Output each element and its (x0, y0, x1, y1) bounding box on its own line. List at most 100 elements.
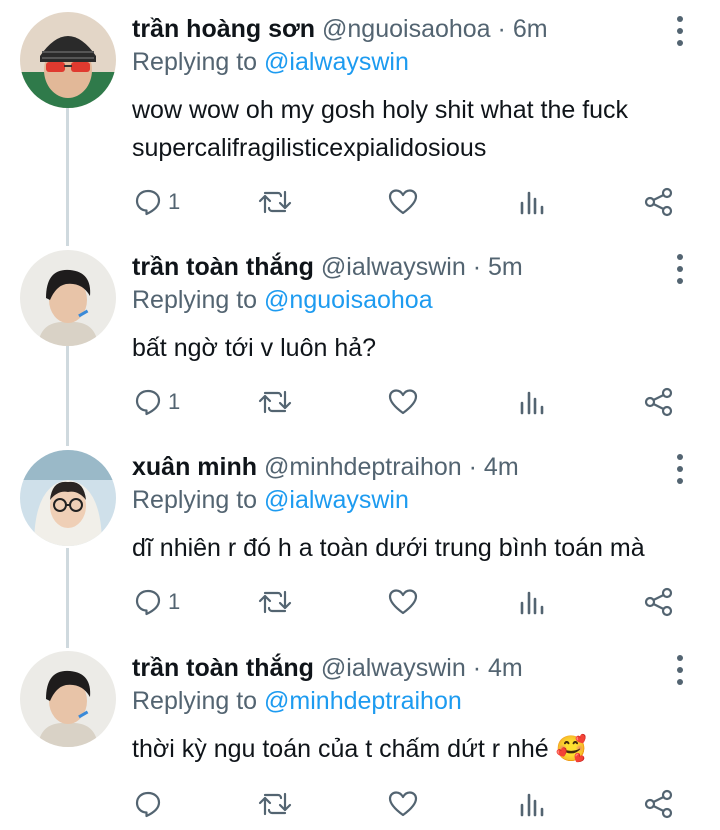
display-name[interactable]: xuân minh (132, 453, 257, 481)
mention-link[interactable]: @nguoisaohoa (264, 286, 433, 314)
tweet-text-line: dĩ nhiên r đó h a toàn dưới trung bình t… (132, 534, 645, 562)
more-icon[interactable] (672, 16, 688, 46)
tweet-text-line: bất ngờ tới v luôn hả? (132, 334, 377, 362)
avatar[interactable] (20, 651, 116, 747)
share-button[interactable] (644, 787, 674, 821)
retweet-icon (258, 792, 292, 816)
tweet-header: xuân minh @minhdeptraihon · 4m (132, 450, 519, 484)
user-handle[interactable]: @ialwayswin (321, 654, 466, 682)
replying-prefix: Replying to (132, 486, 265, 514)
display-name[interactable]: trần toàn thắng (132, 654, 314, 682)
user-handle[interactable]: @minhdeptraihon (264, 453, 462, 481)
avatar[interactable] (20, 450, 116, 546)
timestamp[interactable]: 4m (484, 453, 519, 481)
separator-dot: · (472, 253, 482, 281)
replying-to: Replying to @ialwayswin (132, 483, 409, 517)
display-name[interactable]: trần hoàng sơn (132, 15, 315, 43)
reply-button[interactable]: 1 (134, 185, 180, 219)
like-button[interactable] (388, 185, 418, 219)
tweet-text: bất ngờ tới v luôn hả? (132, 329, 376, 367)
tweet-text-line: wow wow oh my gosh holy shit what the fu… (132, 96, 629, 124)
retweet-button[interactable] (258, 385, 292, 419)
share-icon (644, 387, 673, 417)
reply-icon (135, 189, 161, 216)
share-button[interactable] (644, 385, 674, 419)
thread-line (66, 106, 69, 246)
like-button[interactable] (388, 787, 418, 821)
views-button[interactable] (518, 385, 546, 419)
timestamp[interactable]: 5m (488, 253, 523, 281)
user-handle[interactable]: @nguoisaohoa (322, 15, 491, 43)
replying-to: Replying to @minhdeptraihon (132, 684, 462, 718)
retweet-icon (258, 390, 292, 414)
share-icon (644, 789, 673, 819)
reply-icon (135, 389, 161, 416)
like-button[interactable] (388, 385, 418, 419)
analytics-icon (520, 191, 544, 215)
display-name[interactable]: trần toàn thắng (132, 253, 314, 281)
reply-button[interactable]: 1 (134, 385, 180, 419)
avatar[interactable] (20, 12, 116, 108)
timestamp[interactable]: 6m (513, 15, 548, 43)
reply-count: 1 (168, 189, 181, 214)
like-button[interactable] (388, 585, 418, 619)
reply-count: 1 (168, 589, 181, 614)
retweet-button[interactable] (258, 787, 292, 821)
heart-icon (388, 791, 418, 817)
tweet-text-line: thời kỳ ngu toán của t chấm dứt r nhé 🥰 (132, 735, 587, 763)
separator-dot: · (497, 15, 506, 43)
heart-icon (388, 189, 418, 215)
replying-to: Replying to @nguoisaohoa (132, 283, 433, 317)
tweet-text-line: supercalifragilisticexpialidosious (132, 134, 487, 162)
retweet-button[interactable] (258, 585, 292, 619)
heart-icon (388, 589, 418, 615)
more-icon[interactable] (672, 254, 688, 284)
timestamp[interactable]: 4m (488, 654, 523, 682)
user-handle[interactable]: @ialwayswin (321, 253, 466, 281)
reply-count: 1 (168, 389, 181, 414)
replying-prefix: Replying to (132, 286, 265, 314)
reply-button[interactable]: 1 (134, 585, 180, 619)
tweet-header: trần toàn thắng @ialwayswin · 5m (132, 250, 523, 284)
replying-to: Replying to @ialwayswin (132, 45, 409, 79)
views-button[interactable] (518, 585, 546, 619)
reply-icon (135, 589, 161, 616)
analytics-icon (520, 391, 544, 415)
tweet-header: trần toàn thắng @ialwayswin · 4m (132, 651, 523, 685)
heart-icon (388, 389, 418, 415)
action-bar: 1 (0, 385, 720, 419)
avatar-image (20, 450, 116, 546)
share-button[interactable] (644, 185, 674, 219)
replying-prefix: Replying to (132, 687, 265, 715)
mention-link[interactable]: @ialwayswin (264, 48, 409, 76)
mention-link[interactable]: @ialwayswin (264, 486, 409, 514)
avatar-image (20, 651, 116, 747)
action-bar (0, 787, 720, 821)
tweet-text: thời kỳ ngu toán của t chấm dứt r nhé 🥰 (132, 730, 587, 768)
reply-button[interactable] (134, 787, 162, 821)
share-button[interactable] (644, 585, 674, 619)
avatar-image (20, 250, 116, 346)
separator-dot: · (468, 453, 477, 481)
tweet-header: trần hoàng sơn @nguoisaohoa · 6m (132, 12, 548, 46)
views-button[interactable] (518, 787, 546, 821)
more-icon[interactable] (672, 454, 688, 484)
tweet-text: wow wow oh my gosh holy shit what the fu… (132, 91, 628, 167)
share-icon (644, 587, 673, 617)
retweet-icon (258, 590, 292, 614)
separator-dot: · (472, 654, 482, 682)
retweet-icon (258, 190, 292, 214)
more-icon[interactable] (672, 655, 688, 685)
mention-link[interactable]: @minhdeptraihon (264, 687, 462, 715)
reply-icon (135, 791, 161, 818)
share-icon (644, 187, 673, 217)
action-bar: 1 (0, 185, 720, 219)
avatar[interactable] (20, 250, 116, 346)
analytics-icon (520, 793, 544, 817)
views-button[interactable] (518, 185, 546, 219)
avatar-image (20, 12, 116, 108)
replying-prefix: Replying to (132, 48, 265, 76)
action-bar: 1 (0, 585, 720, 619)
tweet-text: dĩ nhiên r đó h a toàn dưới trung bình t… (132, 529, 645, 567)
retweet-button[interactable] (258, 185, 292, 219)
